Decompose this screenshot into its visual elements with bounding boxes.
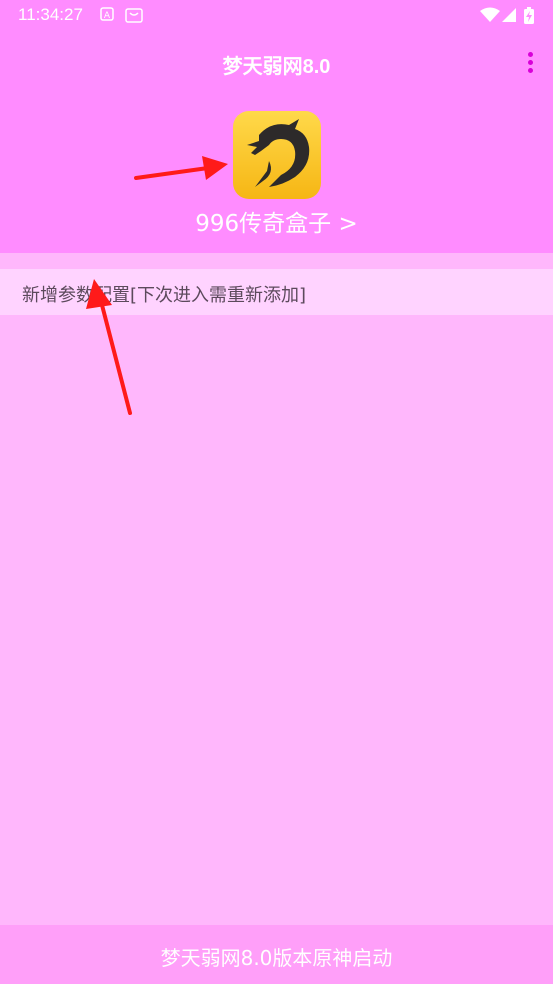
arrow-annotation xyxy=(134,156,228,180)
launch-button-label: 梦天弱网8.0版本原神启动 xyxy=(160,946,393,970)
signal-icon xyxy=(502,8,516,22)
status-time: 11:34:27 xyxy=(18,5,83,24)
app-bar: 梦天弱网8.0 xyxy=(0,30,553,100)
launch-button[interactable]: 梦天弱网8.0版本原神启动 xyxy=(0,925,553,984)
arrow-annotation xyxy=(86,279,132,415)
app-header: 996传奇盒子 > xyxy=(0,100,553,253)
battery-charging-icon xyxy=(524,7,534,24)
wifi-icon xyxy=(480,7,500,22)
status-bar: 11:34:27 A xyxy=(0,0,553,30)
dragon-icon[interactable] xyxy=(233,111,321,199)
app-title: 梦天弱网8.0 xyxy=(222,56,331,78)
add-config-label: 新增参数配置[下次进入需重新添加] xyxy=(22,285,307,306)
store-notification-icon xyxy=(125,8,143,23)
more-vert-icon[interactable] xyxy=(525,52,535,78)
svg-text:A: A xyxy=(104,11,111,21)
app-name-link[interactable]: 996传奇盒子 > xyxy=(0,204,553,238)
a-notification-icon: A xyxy=(100,7,114,21)
